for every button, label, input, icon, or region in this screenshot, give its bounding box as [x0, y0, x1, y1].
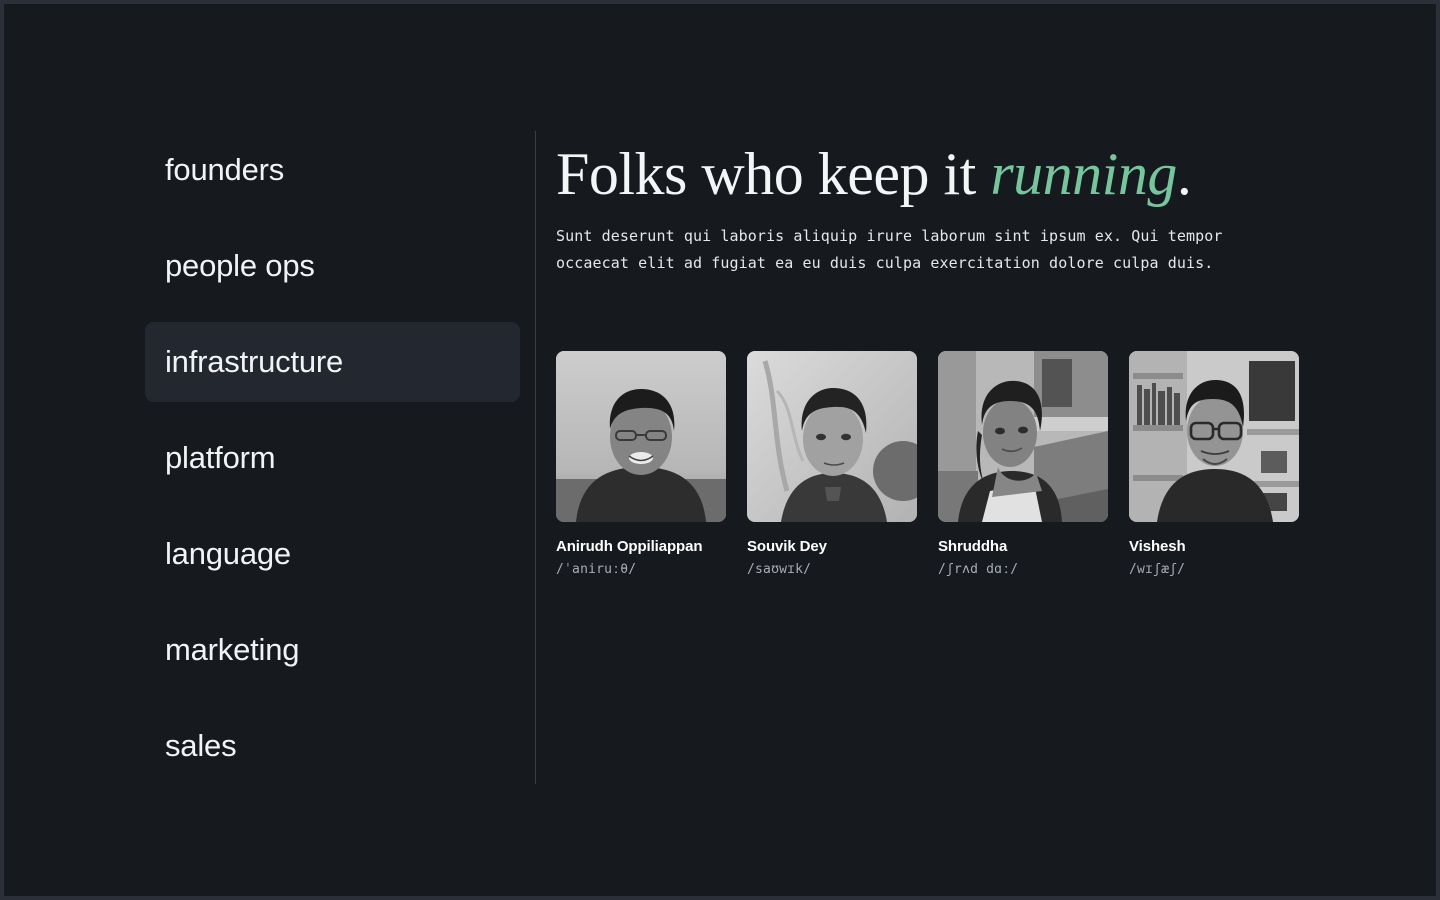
team-member-name: Shruddha: [938, 538, 1008, 555]
window-frame: founders people ops infrastructure platf…: [0, 0, 1440, 900]
team-member-name: Souvik Dey: [747, 538, 827, 555]
team-member-pronunciation: /wɪʃæʃ/: [1129, 562, 1186, 577]
sidebar-item-infrastructure[interactable]: infrastructure: [145, 322, 520, 402]
sidebar-item-label: people ops: [165, 248, 315, 283]
team-grid: Anirudh Oppiliappan /ˈaniruːθ/ Souvik De…: [556, 351, 1299, 577]
sidebar-item-sales[interactable]: sales: [145, 706, 520, 786]
page-title-accent: running: [990, 141, 1177, 207]
page-title-lead: Folks who keep it: [556, 141, 991, 207]
team-member-name: Anirudh Oppiliappan: [556, 538, 703, 555]
team-member-pronunciation: /ˈaniruːθ/: [556, 562, 637, 577]
portrait-photo: [1129, 351, 1299, 522]
page-title: Folks who keep it running.: [556, 141, 1296, 207]
page-subtitle: Sunt deserunt qui laboris aliquip irure …: [556, 227, 1223, 273]
main-content: Folks who keep it running. Sunt deserunt…: [556, 141, 1299, 577]
sidebar-item-label: infrastructure: [165, 344, 344, 379]
team-card[interactable]: Vishesh /wɪʃæʃ/: [1129, 351, 1299, 577]
team-member-name: Vishesh: [1129, 538, 1186, 555]
sidebar-item-label: language: [165, 536, 291, 571]
page-title-period: .: [1176, 141, 1192, 207]
team-member-pronunciation: /saʊwɪk/: [747, 562, 812, 577]
sidebar-item-marketing[interactable]: marketing: [145, 610, 520, 690]
team-card[interactable]: Anirudh Oppiliappan /ˈaniruːθ/: [556, 351, 726, 577]
team-card[interactable]: Shruddha /ʃrʌd dɑː/: [938, 351, 1108, 577]
content-layout: founders people ops infrastructure platf…: [4, 4, 1436, 896]
sidebar-item-founders[interactable]: founders: [145, 130, 520, 210]
page-root: founders people ops infrastructure platf…: [4, 4, 1436, 896]
team-card[interactable]: Souvik Dey /saʊwɪk/: [747, 351, 917, 577]
portrait-photo: [938, 351, 1108, 522]
portrait-photo: [556, 351, 726, 522]
sidebar-item-platform[interactable]: platform: [145, 418, 520, 498]
sidebar-item-language[interactable]: language: [145, 514, 520, 594]
sidebar-item-label: sales: [165, 728, 237, 763]
vertical-divider: [535, 131, 536, 784]
sidebar-item-label: founders: [165, 152, 285, 187]
sidebar-item-label: platform: [165, 440, 276, 475]
portrait-photo: [747, 351, 917, 522]
sidebar-item-people-ops[interactable]: people ops: [145, 226, 520, 306]
team-member-pronunciation: /ʃrʌd dɑː/: [938, 562, 1019, 577]
sidebar-item-label: marketing: [165, 632, 300, 667]
sidebar-nav: founders people ops infrastructure platf…: [145, 130, 520, 786]
